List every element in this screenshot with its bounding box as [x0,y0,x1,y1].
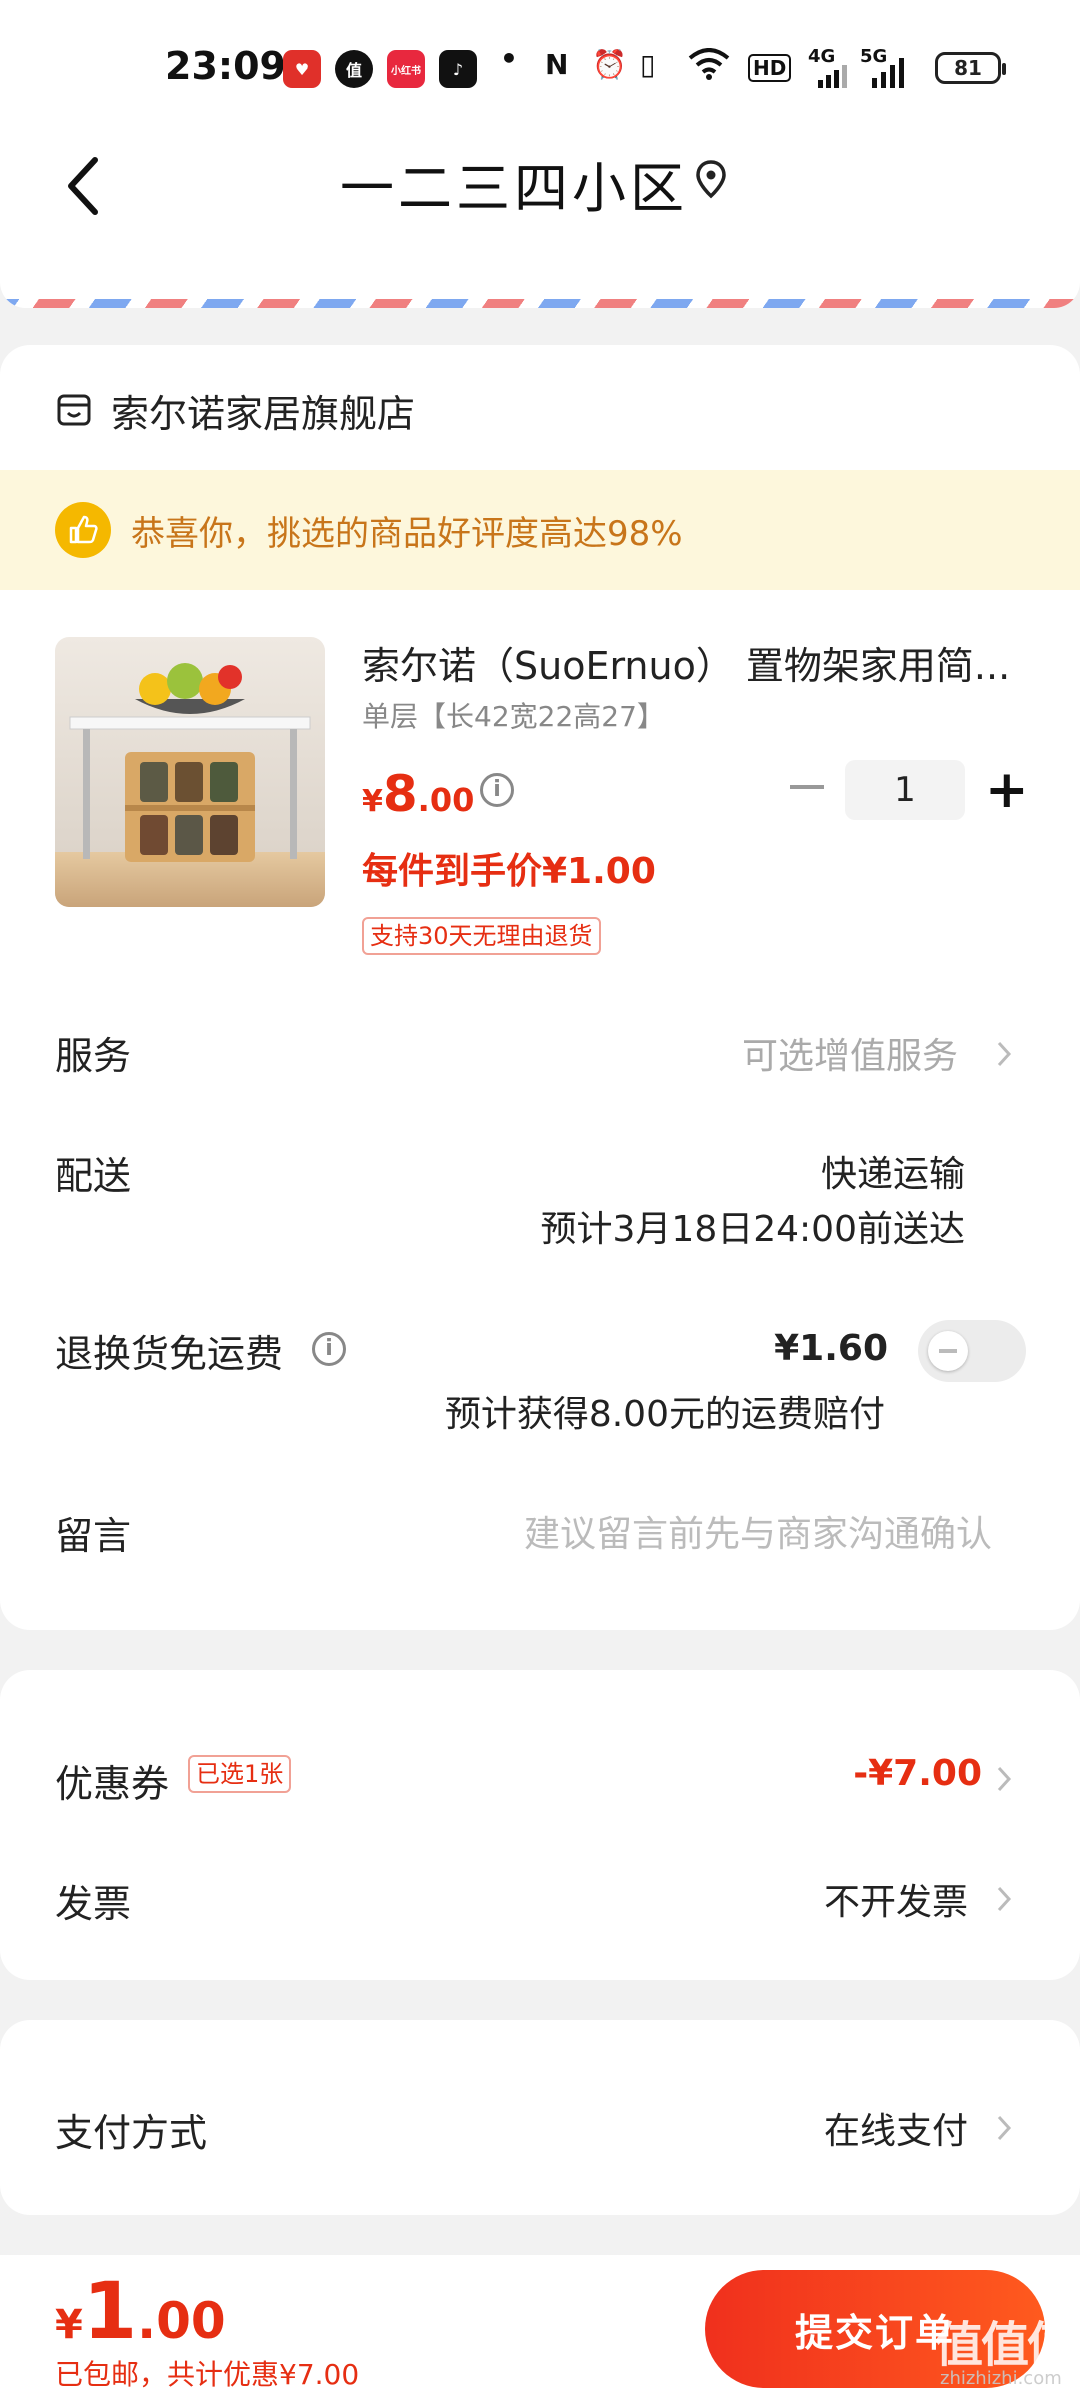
thumbs-up-icon [55,502,111,558]
invoice-value[interactable]: 不开发票 [824,1873,968,1925]
product-image[interactable] [55,637,325,907]
hd-icon: HD [748,54,792,82]
return-policy-tag: 支持30天无理由退货 [362,917,601,955]
watermark-logo: 值值值 [935,2317,1075,2373]
coupon-selected-tag: 已选1张 [188,1755,292,1793]
coupon-chevron-icon[interactable] [995,1763,1013,1795]
dot-icon: • [500,42,518,75]
quantity-plus-button[interactable]: + [985,762,1029,818]
return-shipping-info-icon[interactable]: i [312,1332,346,1366]
praise-banner: 恭喜你，挑选的商品好评度高达98% [0,470,1080,590]
store-icon [57,394,91,426]
signal-bars-4g-icon [818,64,848,92]
quantity-input[interactable]: 1 [845,760,965,820]
toggle-knob [928,1331,968,1371]
heart-app-icon: ♥ [283,50,321,88]
status-bar: 23:09 ♥ 值 小红书 ♪ • N ⏰ ▯ HD 4G 5G 81 [0,0,1080,130]
order-store-card: 索尔诺家居旗舰店 恭喜你，挑选的商品好评度高达98% 索尔诺（SuoErnuo）… [0,345,1080,1630]
return-shipping-label: 退换货免运费 [55,1332,284,1376]
back-icon[interactable] [55,142,115,222]
status-time: 23:09 [165,44,286,88]
address-card-bottom[interactable] [0,250,1080,308]
payment-value[interactable]: 在线支付 [824,2102,968,2154]
tiktok-app-icon: ♪ [439,50,477,88]
coupon-label: 优惠券 [55,1762,170,1806]
delivery-label: 配送 [55,1154,132,1198]
return-shipping-toggle[interactable] [918,1320,1026,1382]
page-title[interactable]: 一二三四小区 [340,144,688,223]
delivery-method: 快递运输 [820,1154,965,1195]
store-name: 索尔诺家居旗舰店 [111,391,416,436]
shipping-discount-note: 已包邮，共计优惠¥7.00 [55,2358,360,2391]
payment-method-card: 支付方式 在线支付 [0,2020,1080,2215]
invoice-label: 发票 [55,1882,132,1926]
watermark-url: zhizhizhi.com [940,2368,1062,2389]
xiaohongshu-app-icon: 小红书 [387,50,425,88]
battery-icon: 81 [935,52,1006,84]
product-spec[interactable]: 单层【长42宽22高27】 [362,695,665,735]
final-unit-price: 每件到手价¥1.00 [362,851,656,892]
delivery-eta: 预计3月18日24:00前送达 [540,1209,965,1250]
location-pin-icon[interactable] [693,158,729,200]
return-shipping-note: 预计获得8.00元的运费赔付 [444,1394,885,1435]
nfc-icon: N [545,48,569,81]
service-chevron-icon[interactable] [995,1038,1013,1070]
checkout-bar: ¥1.00 已包邮，共计优惠¥7.00 提交订单 [0,2255,1080,2400]
service-value[interactable]: 可选增值服务 [742,1027,958,1079]
airmail-border [0,299,1080,308]
payment-chevron-icon[interactable] [995,2112,1013,2144]
vibrate-icon: ▯ [640,48,656,81]
alarm-icon: ⏰ [592,48,627,81]
payment-label: 支付方式 [55,2111,208,2155]
order-total: ¥1.00 [55,2267,226,2357]
product-title[interactable]: 索尔诺（SuoErnuo） 置物架家用简... [362,635,1022,690]
coupon-value[interactable]: -¥7.00 [853,1753,982,1794]
coupon-invoice-card: 优惠券 已选1张 -¥7.00 发票 不开发票 [0,1670,1080,1980]
praise-text: 恭喜你，挑选的商品好评度高达98% [131,513,683,554]
message-label: 留言 [55,1514,132,1558]
invoice-chevron-icon[interactable] [995,1883,1013,1915]
message-input[interactable]: 建议留言前先与商家沟通确认 [524,1505,992,1557]
wifi-icon [688,48,730,87]
return-shipping-price: ¥1.60 [774,1328,888,1369]
zhi-app-icon: 值 [335,50,373,88]
signal-bars-5g-icon [872,58,906,92]
price-info-icon[interactable]: i [480,773,514,807]
header: 一二三四小区 [0,130,1080,250]
product-price: ¥8.00 [362,765,475,823]
service-label: 服务 [55,1034,132,1078]
quantity-minus-button[interactable] [790,785,824,789]
store-header[interactable]: 索尔诺家居旗舰店 [55,385,416,436]
